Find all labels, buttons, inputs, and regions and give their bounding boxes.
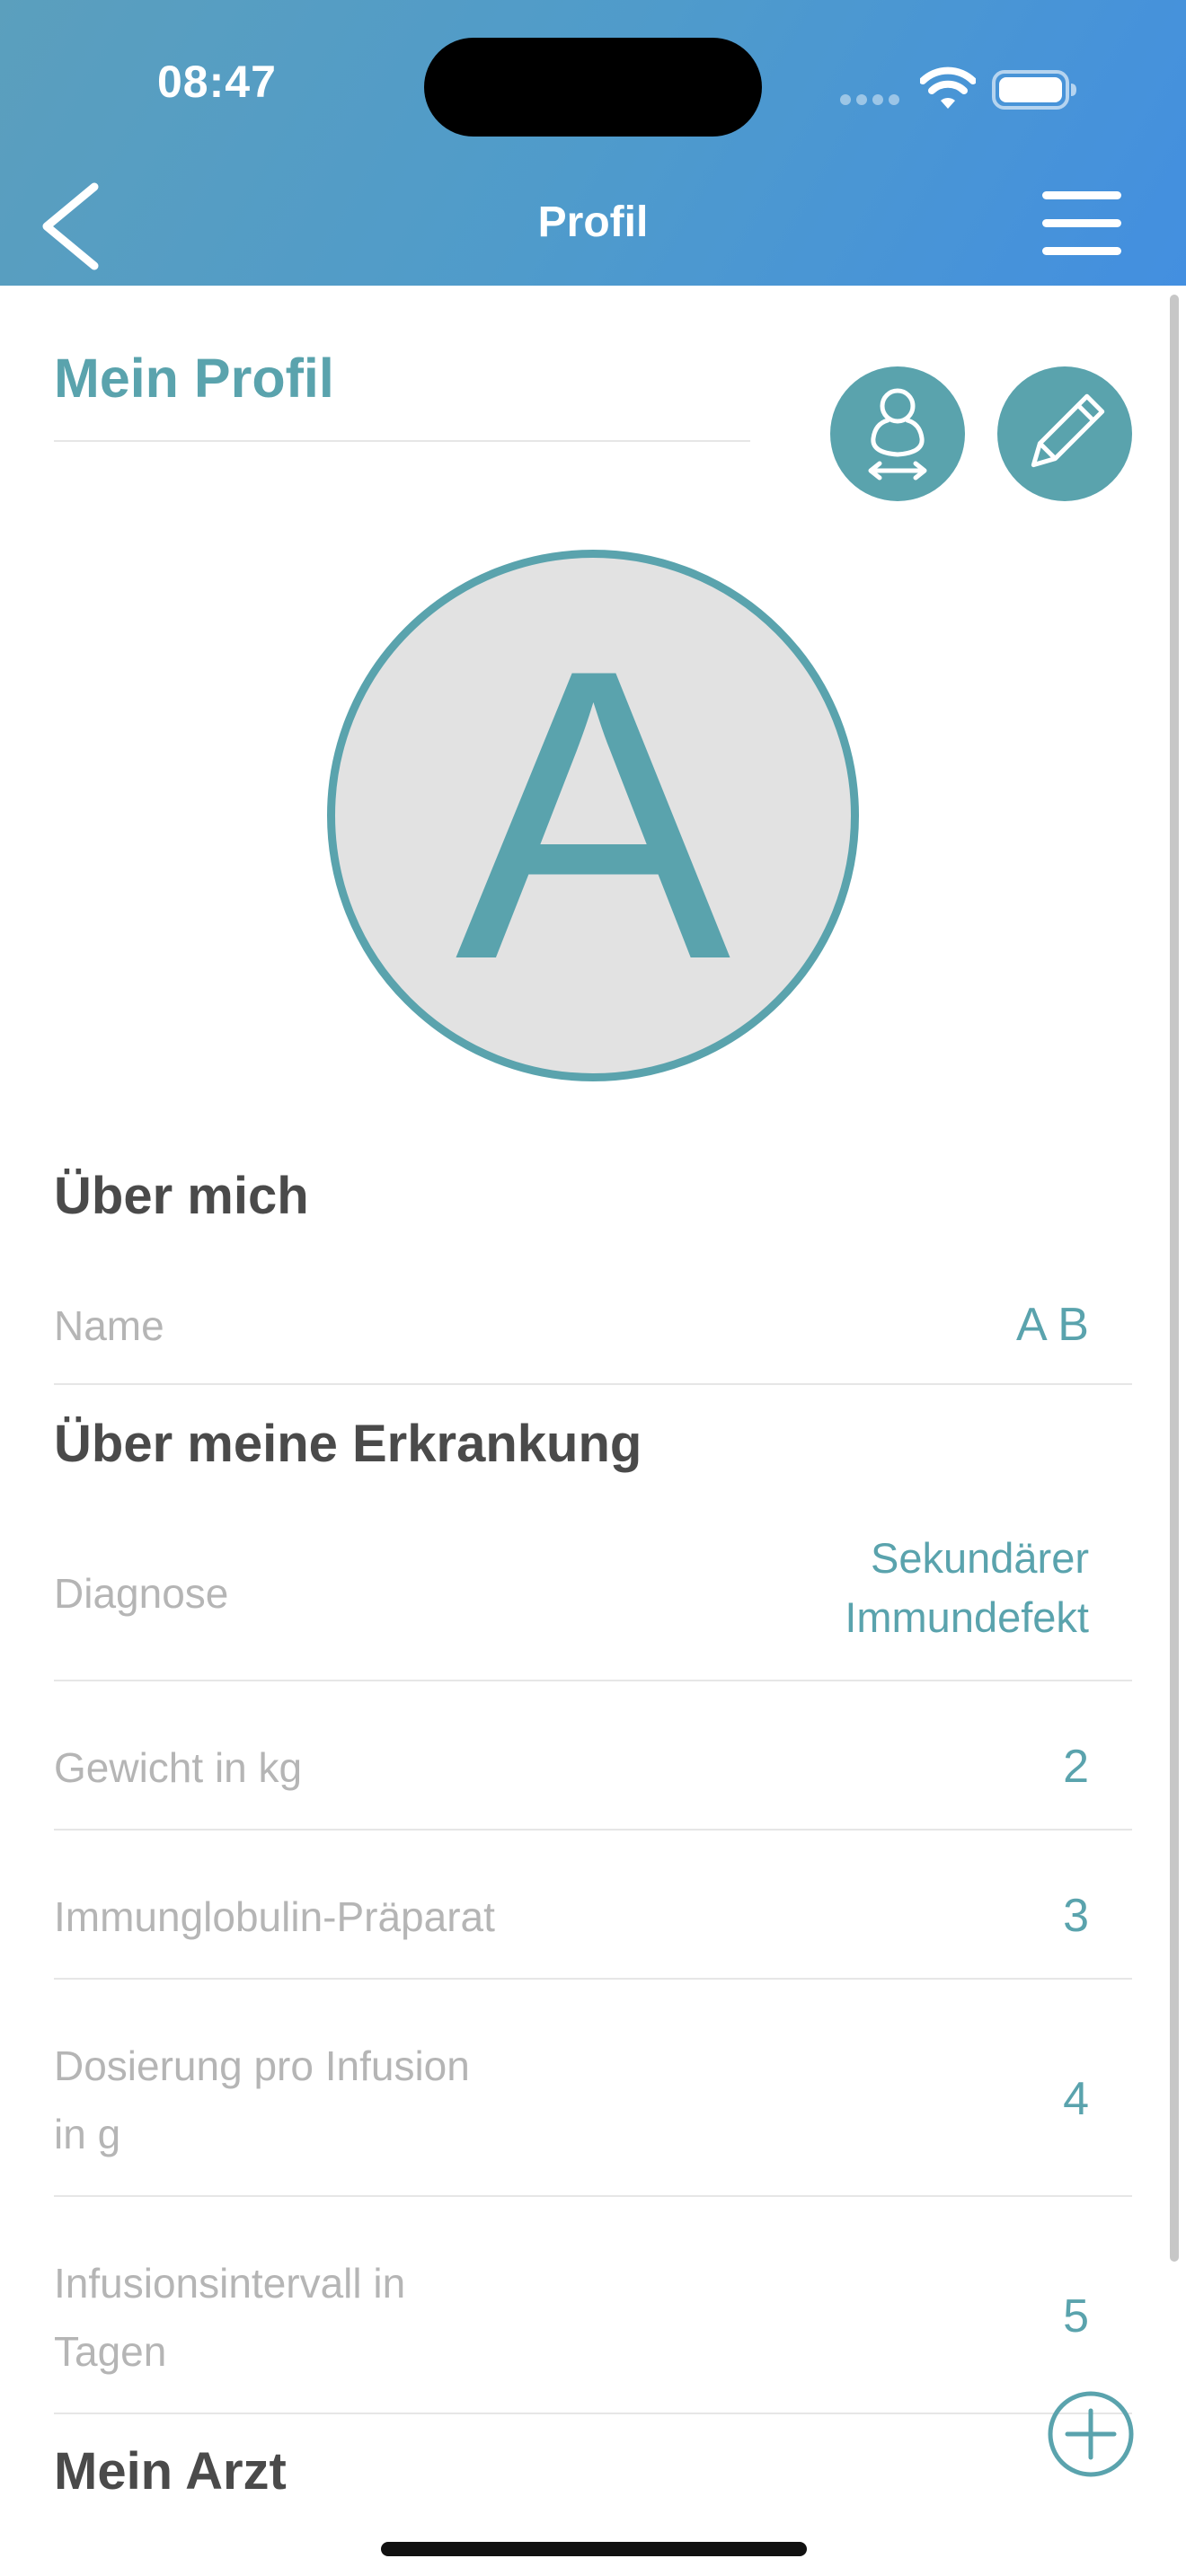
menu-button[interactable] [1033, 183, 1123, 264]
row-label-line2: in g [54, 2111, 121, 2157]
battery-icon [992, 70, 1076, 110]
row-value: 5 [1063, 2290, 1089, 2342]
row-immunoglobulin[interactable]: Immunglobulin-Präparat 3 [54, 1883, 1132, 1958]
row-divider [54, 1680, 1132, 1681]
profile-title: Mein Profil [54, 348, 334, 409]
row-value-line2: Immundefekt [845, 1593, 1089, 1641]
row-label-line2: Tagen [54, 2328, 167, 2375]
row-value-line1: Sekundärer [871, 1534, 1089, 1582]
cellular-signal-icon [840, 94, 899, 105]
row-label: Name [54, 1302, 164, 1349]
row-dosage[interactable]: Dosierung pro Infusion in g 4 [54, 2032, 1132, 2175]
row-value: A B [1016, 1299, 1089, 1351]
row-divider [54, 1383, 1132, 1385]
body-measure-button[interactable] [830, 366, 965, 501]
row-label: Diagnose [54, 1570, 229, 1617]
row-divider [54, 1978, 1132, 1980]
row-weight[interactable]: Gewicht in kg 2 [54, 1734, 1132, 1809]
row-divider [54, 2413, 1132, 2414]
row-name[interactable]: Name A B [54, 1288, 1132, 1363]
home-indicator[interactable] [381, 2542, 807, 2556]
section-heading-illness: Über meine Erkrankung [54, 1415, 642, 1473]
row-label: Immunglobulin-Präparat [54, 1893, 495, 1940]
edit-profile-button[interactable] [997, 366, 1132, 501]
scrollbar[interactable] [1170, 295, 1179, 2262]
row-infusion-interval[interactable]: Infusionsintervall in Tagen 5 [54, 2249, 1132, 2393]
avatar[interactable]: A [327, 550, 859, 1081]
person-width-icon [868, 388, 927, 481]
row-divider [54, 2195, 1132, 2197]
row-value: 3 [1063, 1890, 1089, 1942]
plus-circle-icon [1048, 2391, 1134, 2477]
header-bar: 08:47 Profil [0, 0, 1186, 286]
section-heading-about-me: Über mich [54, 1167, 309, 1225]
row-value: 2 [1063, 1741, 1089, 1793]
status-time: 08:47 [157, 57, 277, 107]
pencil-icon [1031, 393, 1105, 468]
row-divider [54, 1829, 1132, 1831]
row-label-line1: Infusionsintervall in [54, 2260, 406, 2307]
avatar-initial: A [455, 585, 731, 1045]
hamburger-menu-icon [1042, 191, 1121, 255]
title-divider [54, 440, 750, 442]
page-title: Profil [537, 198, 649, 246]
row-diagnosis[interactable]: Diagnose Sekundärer Immundefekt [54, 1527, 1132, 1662]
dynamic-island [424, 38, 762, 137]
section-heading-doctor: Mein Arzt [54, 2442, 287, 2501]
add-doctor-button[interactable] [1046, 2389, 1136, 2479]
row-label-line1: Dosierung pro Infusion [54, 2042, 470, 2089]
row-value: 4 [1063, 2073, 1089, 2125]
wifi-icon [920, 66, 976, 109]
row-label: Gewicht in kg [54, 1744, 303, 1791]
